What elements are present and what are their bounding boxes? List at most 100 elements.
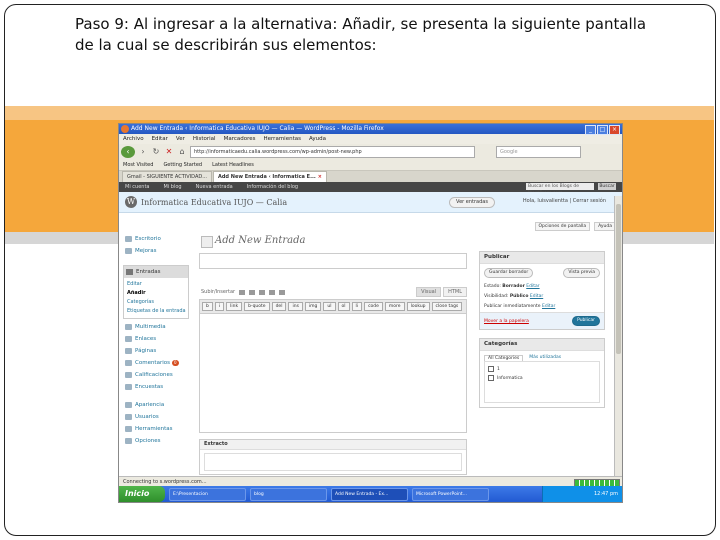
add-video-icon[interactable] xyxy=(249,289,256,295)
status-edit-link[interactable]: Editar xyxy=(526,284,539,289)
tab-visual[interactable]: Visual xyxy=(416,287,442,297)
close-tab-icon[interactable]: × xyxy=(318,174,322,180)
bookmark-getting-started[interactable]: Getting Started xyxy=(163,160,202,170)
add-poll-icon[interactable] xyxy=(279,289,286,295)
category-checkbox[interactable] xyxy=(488,365,494,372)
sidebar-item-comentarios[interactable]: Comentarios 0 xyxy=(123,357,189,369)
menu-historial[interactable]: Historial xyxy=(193,134,216,144)
sidebar-item-encuestas[interactable]: Encuestas xyxy=(123,381,189,393)
quicktag-lookup-button[interactable]: lookup xyxy=(406,302,430,311)
menu-herramientas[interactable]: Herramientas xyxy=(264,134,301,144)
start-button[interactable]: Inicio xyxy=(119,486,165,502)
adminbar-mi-cuenta[interactable]: Mi cuenta xyxy=(125,182,149,192)
quicktag-li-button[interactable]: li xyxy=(351,302,363,311)
adminbar-mi-blog[interactable]: Mi blog xyxy=(163,182,181,192)
quicktag-code-button[interactable]: code xyxy=(364,302,383,311)
quicktag-more-button[interactable]: more xyxy=(384,302,405,311)
taskbar-item-powerpoint[interactable]: Microsoft PowerPoint... xyxy=(412,487,489,501)
sidebar-item-herramientas[interactable]: Herramientas xyxy=(123,423,189,435)
add-image-icon[interactable] xyxy=(239,289,246,295)
user-links[interactable]: Hola, luisvalientta | Cerrar sesión xyxy=(523,198,606,204)
sidebar-item-paginas[interactable]: Páginas xyxy=(123,345,189,357)
tab-add-new-entrada[interactable]: Add New Entrada ‹ Informatica E... × xyxy=(212,171,327,182)
categories-box-heading[interactable]: Categorías xyxy=(480,339,604,351)
forward-arrow-icon[interactable]: › xyxy=(138,147,148,157)
scrollbar-thumb[interactable] xyxy=(616,204,621,354)
sidebar-item-apariencia[interactable]: Apariencia xyxy=(123,399,189,411)
menu-editar[interactable]: Editar xyxy=(152,134,168,144)
bookmark-most-visited[interactable]: Most Visited xyxy=(123,160,153,170)
post-title-input[interactable] xyxy=(199,253,467,269)
adminbar-info-blog[interactable]: Información del blog xyxy=(247,182,298,192)
maximize-button[interactable]: □ xyxy=(597,125,608,135)
category-item[interactable]: 1 xyxy=(488,365,596,374)
taskbar-item-presentacion[interactable]: E:\Presentacion xyxy=(169,487,246,501)
submenu-editar[interactable]: Editar xyxy=(127,280,188,289)
caption-line-1: Paso 9: Al ingresar a la alternativa: Añ… xyxy=(75,15,647,33)
publish-time-edit-link[interactable]: Editar xyxy=(542,304,555,309)
blog-title[interactable]: Informatica Educativa IUJO — Calia xyxy=(141,198,287,207)
post-content-textarea[interactable] xyxy=(199,314,467,433)
taskbar-item-firefox[interactable]: Add New Entrada - Ex... xyxy=(331,487,408,501)
menu-ayuda[interactable]: Ayuda xyxy=(309,134,326,144)
add-audio-icon[interactable] xyxy=(259,289,266,295)
screen-options-button[interactable]: Opciones de pantalla xyxy=(534,222,591,231)
sidebar-item-escritorio[interactable]: Escritorio xyxy=(123,233,189,245)
submenu-etiquetas[interactable]: Etiquetas de la entrada xyxy=(127,307,188,316)
sidebar-item-opciones[interactable]: Opciones xyxy=(123,435,189,447)
home-icon[interactable]: ⌂ xyxy=(177,147,187,157)
quicktag-ins-button[interactable]: ins xyxy=(288,302,303,311)
page-scrollbar[interactable] xyxy=(614,196,622,476)
quicktag-bold-button[interactable]: b xyxy=(202,302,213,311)
tab-gmail[interactable]: Gmail - SIGUIENTE ACTIVIDAD... xyxy=(122,171,212,182)
back-arrow-icon[interactable]: ‹ xyxy=(121,146,135,158)
adminbar-search-button[interactable]: Buscar xyxy=(598,183,616,190)
publish-box-heading[interactable]: Publicar xyxy=(480,252,604,264)
sidebar-item-enlaces[interactable]: Enlaces xyxy=(123,333,189,345)
quicktag-del-button[interactable]: del xyxy=(271,302,287,311)
search-box[interactable]: Google xyxy=(496,146,581,158)
sidebar-item-usuarios[interactable]: Usuarios xyxy=(123,411,189,423)
page-title: Add New Entrada xyxy=(199,233,467,249)
tab-all-categories[interactable]: All Categories xyxy=(484,355,524,361)
stop-icon[interactable]: ✕ xyxy=(164,147,174,157)
sidebar-item-calificaciones[interactable]: Calificaciones xyxy=(123,369,189,381)
sidebar-item-mejoras[interactable]: Mejoras xyxy=(123,245,189,257)
help-button[interactable]: Ayuda xyxy=(594,222,616,231)
adminbar-nueva-entrada[interactable]: Nueva entrada xyxy=(196,182,233,192)
category-checkbox[interactable] xyxy=(488,374,494,381)
adminbar-search-input[interactable]: Buscar en los Blogs de WordPress.com xyxy=(526,183,594,196)
add-media-icon[interactable] xyxy=(269,289,276,295)
tab-html[interactable]: HTML xyxy=(443,287,467,297)
excerpt-heading[interactable]: Extracto xyxy=(200,440,466,450)
menu-marcadores[interactable]: Marcadores xyxy=(224,134,256,144)
menu-archivo[interactable]: Archivo xyxy=(123,134,144,144)
preview-button[interactable]: Vista previa xyxy=(563,268,600,278)
close-window-button[interactable]: × xyxy=(609,125,620,135)
publish-button[interactable]: Publicar xyxy=(572,316,600,326)
submenu-anadir[interactable]: Añadir xyxy=(127,289,188,298)
submenu-categorias[interactable]: Categorías xyxy=(127,298,188,307)
view-posts-button[interactable]: Ver entradas xyxy=(449,197,495,208)
taskbar-item-blog[interactable]: blog xyxy=(250,487,327,501)
quicktag-italic-button[interactable]: i xyxy=(214,302,225,311)
save-draft-button[interactable]: Guardar borrador xyxy=(484,268,534,278)
category-item[interactable]: Informatica xyxy=(488,374,596,383)
url-bar[interactable]: http://informaticaedu.calia.wordpress.co… xyxy=(190,146,475,158)
quicktag-bquote-button[interactable]: b-quote xyxy=(244,302,270,311)
sidebar-item-entradas[interactable]: Entradas xyxy=(124,266,188,278)
tab-most-used[interactable]: Más utilizadas xyxy=(529,355,561,361)
visibility-edit-link[interactable]: Editar xyxy=(530,294,543,299)
quicktag-img-button[interactable]: img xyxy=(304,302,322,311)
quicktag-ul-button[interactable]: ul xyxy=(323,302,336,311)
quicktag-close-tags-button[interactable]: close tags xyxy=(431,302,463,311)
move-to-trash-link[interactable]: Mover a la papelera xyxy=(484,319,529,324)
excerpt-textarea[interactable] xyxy=(204,453,462,471)
menu-ver[interactable]: Ver xyxy=(176,134,185,144)
minimize-button[interactable]: _ xyxy=(585,125,596,135)
reload-icon[interactable]: ↻ xyxy=(151,147,161,157)
bookmark-latest-headlines[interactable]: Latest Headlines xyxy=(212,160,254,170)
quicktag-ol-button[interactable]: ol xyxy=(337,302,350,311)
sidebar-item-multimedia[interactable]: Multimedia xyxy=(123,321,189,333)
quicktag-link-button[interactable]: link xyxy=(226,302,243,311)
